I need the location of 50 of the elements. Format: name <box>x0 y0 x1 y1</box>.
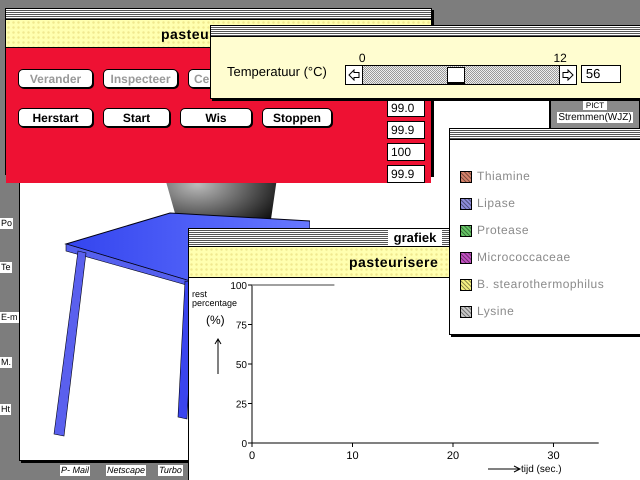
push-button[interactable]: Start <box>103 108 170 127</box>
left-arrow-icon[interactable] <box>348 68 360 80</box>
push-button[interactable]: Wis <box>180 108 252 127</box>
value-readout: 99.9 <box>387 121 425 139</box>
push-button[interactable]: Stoppen <box>262 108 332 127</box>
legend-label: Lysine <box>477 303 514 320</box>
right-arrow-icon <box>488 466 522 472</box>
title-bar[interactable] <box>6 9 431 20</box>
push-button[interactable]: Herstart <box>18 108 93 127</box>
temperature-label: Temperatuur (°C) <box>227 64 327 79</box>
window-title: grafiek <box>388 230 442 245</box>
desktop-icon-label[interactable]: E-m <box>0 312 18 323</box>
legend-label: Thiamine <box>477 168 530 185</box>
y-tick-label: 25 <box>236 400 247 410</box>
pict-badge: PICT <box>582 101 608 110</box>
desktop-icon-label[interactable]: Po <box>0 218 14 229</box>
y-axis-label: rest percentage <box>192 289 238 308</box>
picture-label[interactable]: Stremmen(WJZ) <box>557 112 633 123</box>
desktop-icon-label[interactable]: M. <box>0 357 12 368</box>
legend-label: B. stearothermophilus <box>477 276 604 293</box>
desktop-icon-label[interactable]: Netscape <box>106 465 146 476</box>
scale-label: 12 <box>553 50 567 64</box>
desktop-icon-label[interactable]: Turbo <box>158 465 183 476</box>
up-arrow-icon <box>214 338 222 374</box>
legend-label: Micrococcaceae <box>477 249 571 266</box>
x-tick-label: 30 <box>547 450 560 462</box>
value-readout: 99.9 <box>387 165 425 183</box>
graph-title: pasteurisere <box>349 254 438 270</box>
scale-label: 0 <box>358 50 366 64</box>
window-title: pasteu <box>161 26 210 42</box>
y-tick-label: 75 <box>236 320 247 332</box>
y-unit-label: (%) <box>206 313 225 327</box>
right-arrow-icon[interactable] <box>562 68 574 80</box>
slider-thumb[interactable] <box>446 66 465 84</box>
desktop-icon-label[interactable]: Ht <box>0 404 11 415</box>
desktop-icon-label[interactable]: Te <box>0 262 12 273</box>
x-tick-label: 10 <box>346 450 359 462</box>
y-tick-label: 0 <box>241 439 247 450</box>
desktop-icon-label[interactable]: P- Mail <box>60 465 90 476</box>
title-bar[interactable] <box>450 129 640 140</box>
temperature-slider[interactable] <box>344 64 577 84</box>
y-tick-label: 50 <box>236 360 247 371</box>
x-tick-label: 20 <box>446 450 460 462</box>
x-axis-label: tijd (sec.) <box>521 464 562 475</box>
x-tick-label: 0 <box>248 450 256 462</box>
value-field[interactable]: 56 <box>580 65 621 83</box>
title-bar[interactable] <box>211 26 640 37</box>
y-tick-label: 100 <box>230 281 247 292</box>
legend-label: Lipase <box>477 195 516 212</box>
value-readout: 100 <box>387 143 425 161</box>
